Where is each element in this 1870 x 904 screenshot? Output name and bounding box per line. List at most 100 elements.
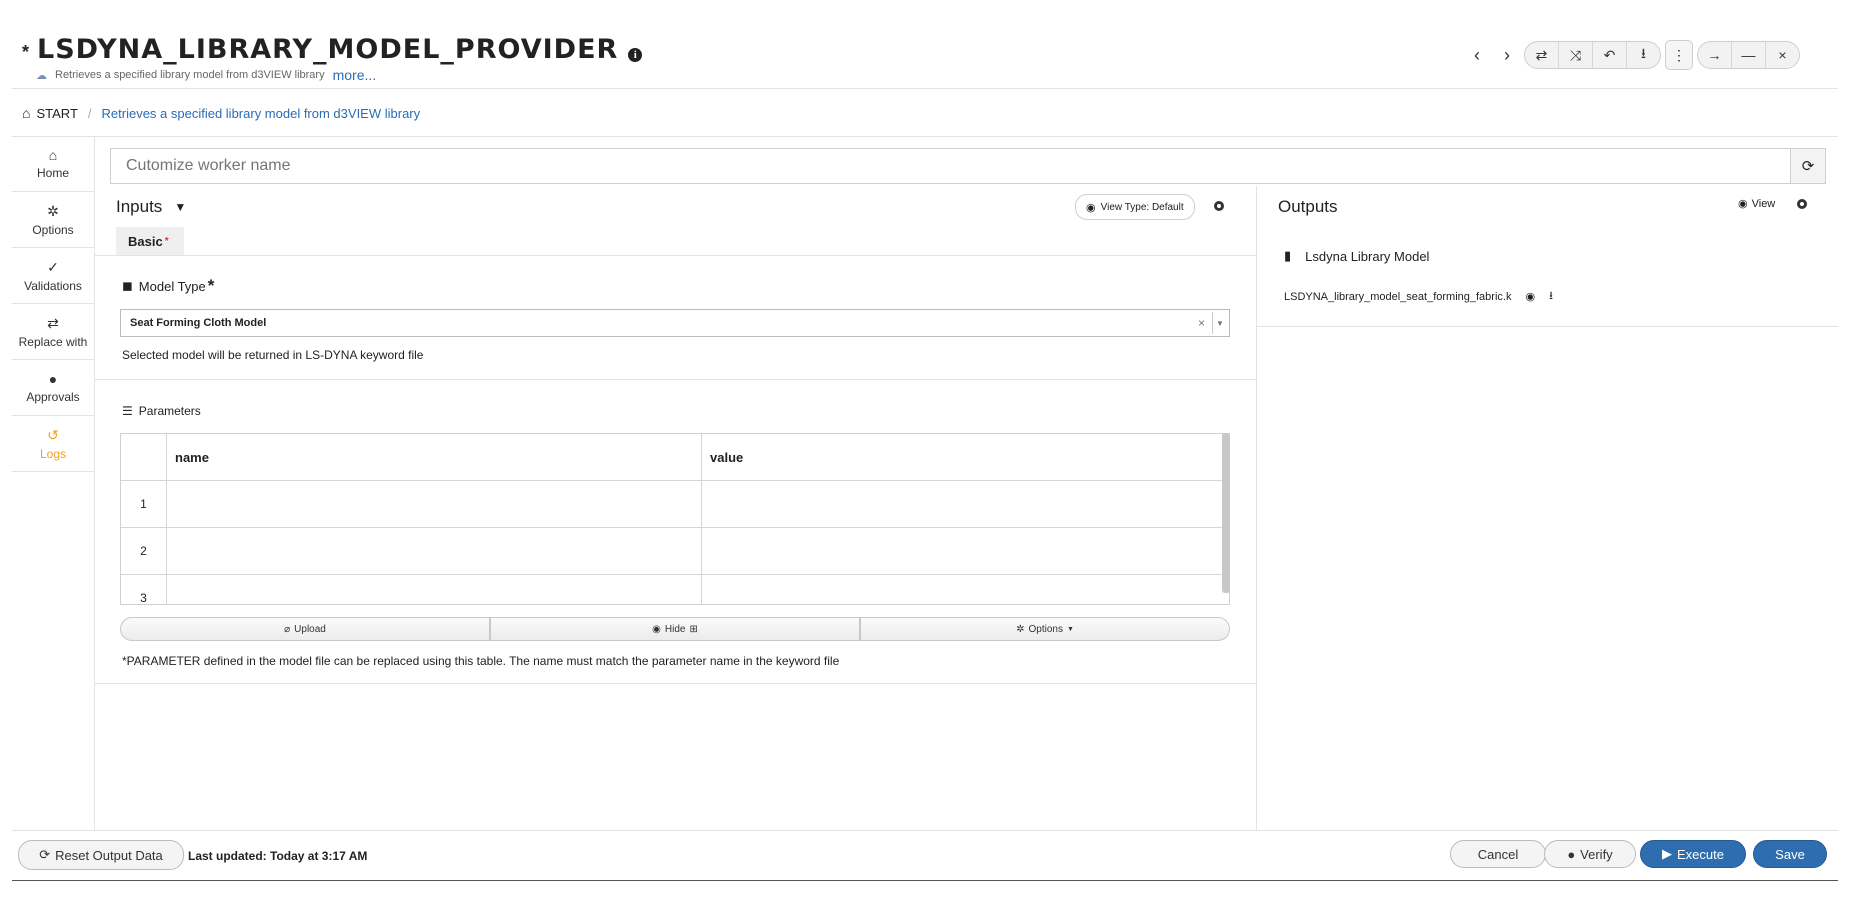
inputs-header: Inputs ▼ <box>116 197 186 217</box>
home-icon: ⌂ <box>48 147 58 163</box>
chevron-right-icon[interactable]: › <box>1494 45 1520 66</box>
parameters-label: ☰ Parameters <box>122 404 201 418</box>
page-title: LSDYNA_LIBRARY_MODEL_PROVIDER <box>37 34 619 65</box>
row-index: 2 <box>121 528 167 574</box>
table-actions: ⌀ Upload ◉ Hide ⊞ ✲ Options ▼ <box>120 617 1230 641</box>
reset-output-button[interactable]: ⟳ Reset Output Data <box>18 840 184 870</box>
outputs-view-label: View <box>1751 197 1776 210</box>
nav-item-logs[interactable]: ↺ Logs <box>12 416 94 472</box>
tab-basic[interactable]: Basic * <box>116 227 184 255</box>
action-button-group: ⇄ ⤨ ↶ ⭳ <box>1524 41 1661 69</box>
refresh-button[interactable]: ⟳ <box>1790 148 1826 184</box>
column-header-value[interactable]: value <box>702 434 1229 480</box>
table-scrollbar[interactable] <box>1222 433 1230 593</box>
model-type-select[interactable]: Seat Forming Cloth Model × ▼ <box>120 309 1230 337</box>
name-cell[interactable] <box>167 481 702 527</box>
window-button-group: → — × <box>1697 41 1800 69</box>
table-header-row: name value <box>121 434 1229 481</box>
name-cell[interactable] <box>167 575 702 604</box>
upload-label: Upload <box>294 623 326 635</box>
swap-icon[interactable]: ⇄ <box>1525 42 1559 68</box>
hide-button[interactable]: ◉ Hide ⊞ <box>490 617 860 641</box>
nav-item-options[interactable]: ✲ Options <box>12 192 94 248</box>
outputs-view-button[interactable]: ◉ View <box>1738 197 1776 211</box>
save-button[interactable]: Save <box>1753 840 1827 868</box>
nav-item-replace-with[interactable]: ⇄ Replace with <box>12 304 94 360</box>
breadcrumb-separator: / <box>87 105 92 121</box>
minimize-icon[interactable]: — <box>1732 42 1766 68</box>
upload-button[interactable]: ⌀ Upload <box>120 617 490 641</box>
verify-label: Verify <box>1580 846 1613 862</box>
section-divider <box>94 683 1256 684</box>
value-cell[interactable] <box>702 575 1229 604</box>
tab-label: Basic <box>128 233 163 249</box>
value-cell[interactable] <box>702 528 1229 574</box>
breadcrumb: ⌂ START / Retrieves a specified library … <box>22 105 420 121</box>
play-icon: ▶ <box>1662 846 1672 861</box>
home-icon[interactable]: ⌂ <box>22 105 30 121</box>
left-nav-divider <box>94 136 95 830</box>
nav-item-home[interactable]: ⌂ Home <box>12 136 94 192</box>
filter-icon[interactable]: ▼ <box>174 200 186 214</box>
worker-name-input[interactable] <box>110 148 1790 184</box>
chevron-down-icon[interactable]: ▼ <box>1212 312 1227 334</box>
output-file-name[interactable]: LSDYNA_library_model_seat_forming_fabric… <box>1284 291 1511 303</box>
nav-item-validations[interactable]: ✓ Validations <box>12 248 94 304</box>
table-row: 3 <box>121 575 1229 604</box>
breadcrumb-current[interactable]: Retrieves a specified library model from… <box>102 106 421 121</box>
nav-item-approvals[interactable]: ● Approvals <box>12 360 94 416</box>
history-icon: ↺ <box>47 426 59 443</box>
shuffle-icon[interactable]: ⤨ <box>1559 42 1593 68</box>
parameters-note: *PARAMETER defined in the model file can… <box>122 654 840 668</box>
gear-icon: ✲ <box>47 202 59 219</box>
download-icon[interactable]: ⭳ <box>1549 287 1553 306</box>
model-type-value: Seat Forming Cloth Model <box>130 317 267 329</box>
table-row: 1 <box>121 481 1229 528</box>
name-cell[interactable] <box>167 528 702 574</box>
clear-icon[interactable]: × <box>1198 316 1205 330</box>
parameters-table: name value 1 2 3 <box>120 433 1230 605</box>
eye-icon[interactable]: ◉ <box>1525 290 1535 303</box>
eye-icon: ◉ <box>1086 201 1096 214</box>
footer-bottom-divider <box>12 880 1838 881</box>
table-icon: ⊞ <box>689 623 698 635</box>
check-circle-icon: ● <box>1567 846 1576 862</box>
left-nav: ⌂ Home ✲ Options ✓ Validations ⇄ Replace… <box>12 136 94 472</box>
nav-item-label: Logs <box>39 446 67 461</box>
cancel-button[interactable]: Cancel <box>1450 840 1546 868</box>
nav-item-label: Replace with <box>18 334 88 349</box>
column-header-name[interactable]: name <box>167 434 702 480</box>
nav-item-label: Approvals <box>26 390 80 404</box>
inputs-settings-icon[interactable] <box>1214 201 1224 211</box>
row-index: 1 <box>121 481 167 527</box>
eye-icon: ◉ <box>1738 198 1748 210</box>
header-divider <box>12 88 1838 89</box>
close-icon[interactable]: × <box>1766 42 1799 68</box>
info-icon[interactable]: i <box>628 48 643 62</box>
options-button[interactable]: ✲ Options ▼ <box>860 617 1230 641</box>
paperclip-icon: ⌀ <box>284 623 291 635</box>
row-index: 3 <box>121 575 167 604</box>
view-type-button[interactable]: ◉ View Type: Default <box>1075 194 1195 220</box>
execute-label: Execute <box>1677 846 1724 862</box>
chevron-left-icon[interactable]: ‹ <box>1464 45 1490 66</box>
undo-icon[interactable]: ↶ <box>1593 42 1627 68</box>
required-marker: * <box>207 276 215 295</box>
arrow-right-icon[interactable]: → <box>1698 42 1732 68</box>
execute-button[interactable]: ▶ Execute <box>1640 840 1746 868</box>
value-cell[interactable] <box>702 481 1229 527</box>
gear-icon: ✲ <box>1016 623 1025 635</box>
more-link[interactable]: more... <box>333 67 377 83</box>
check-icon: ✓ <box>47 258 59 275</box>
outputs-settings-icon[interactable] <box>1797 199 1807 209</box>
kebab-menu-icon[interactable]: ⋮ <box>1665 40 1693 70</box>
model-type-help: Selected model will be returned in LS-DY… <box>122 348 424 362</box>
nav-item-label: Options <box>32 222 74 237</box>
tabs-divider <box>94 255 1256 256</box>
download-icon[interactable]: ⭳ <box>1627 42 1660 68</box>
reset-label: Reset Output Data <box>55 847 163 863</box>
breadcrumb-start[interactable]: START <box>36 106 77 121</box>
inputs-title: Inputs <box>116 197 163 216</box>
verify-button[interactable]: ● Verify <box>1544 840 1636 868</box>
outputs-title: Outputs <box>1278 197 1338 216</box>
